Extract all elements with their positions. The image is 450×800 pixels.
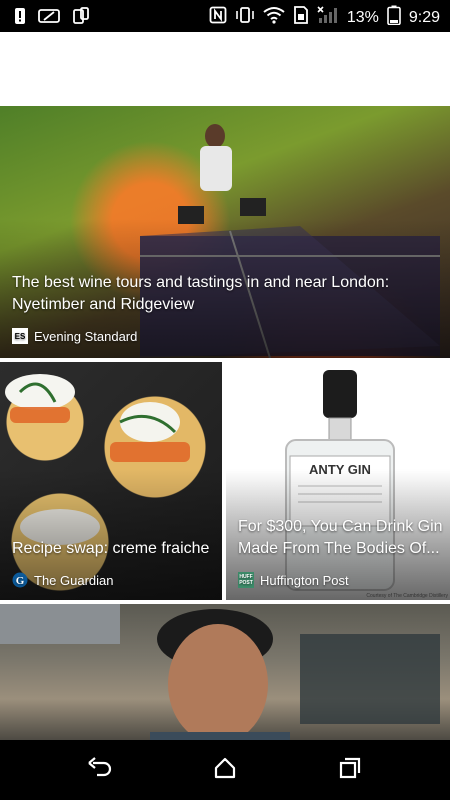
- source-name: Huffington Post: [260, 572, 349, 588]
- wifi-icon: [263, 6, 285, 29]
- screen-icon: [72, 7, 90, 30]
- source-name: Evening Standard: [34, 328, 138, 344]
- huffington-post-logo: HUFF POST: [238, 572, 254, 588]
- battery-percent: 13%: [346, 8, 379, 26]
- image-credit: Courtesy of The Cambridge Distillery: [366, 593, 448, 599]
- warning-icon: [14, 7, 26, 30]
- back-icon: [87, 756, 113, 784]
- article-source: G The Guardian: [12, 572, 114, 588]
- article-card-bottom[interactable]: [0, 604, 450, 740]
- evening-standard-logo: ES: [12, 328, 28, 344]
- recents-button[interactable]: [320, 750, 380, 790]
- article-source: ES Evening Standard: [12, 328, 137, 344]
- svg-text:G: G: [16, 575, 25, 587]
- bottom-image: [0, 604, 440, 740]
- clock: 9:29: [408, 8, 440, 26]
- signal-icon: [317, 6, 339, 29]
- article-card-recipe[interactable]: Recipe swap: creme fraiche G The Guardia…: [0, 362, 222, 600]
- vibrate-icon: [235, 6, 255, 29]
- home-icon: [214, 757, 236, 784]
- article-source: HUFF POST Huffington Post: [238, 572, 349, 588]
- source-name: The Guardian: [34, 572, 114, 588]
- article-title[interactable]: For $300, You Can Drink Gin Made From Th…: [238, 516, 444, 560]
- home-button[interactable]: [195, 750, 255, 790]
- status-bar: 13% 9:29: [0, 0, 450, 32]
- article-card-gin[interactable]: ANTY GIN For $300, You Can Drink Gin Mad…: [226, 362, 450, 600]
- back-button[interactable]: [70, 750, 130, 790]
- battery-saver-icon: [38, 8, 60, 29]
- article-card-hero[interactable]: The best wine tours and tastings in and …: [0, 106, 450, 358]
- recents-icon: [339, 757, 361, 784]
- navigation-bar: [0, 740, 450, 800]
- nfc-icon: [209, 6, 227, 29]
- battery-icon: [387, 5, 401, 30]
- guardian-logo: G: [12, 572, 28, 588]
- article-title[interactable]: Recipe swap: creme fraiche: [12, 538, 217, 560]
- sim-icon: [293, 6, 309, 29]
- article-title[interactable]: The best wine tours and tastings in and …: [12, 272, 432, 316]
- header-space: [0, 32, 450, 106]
